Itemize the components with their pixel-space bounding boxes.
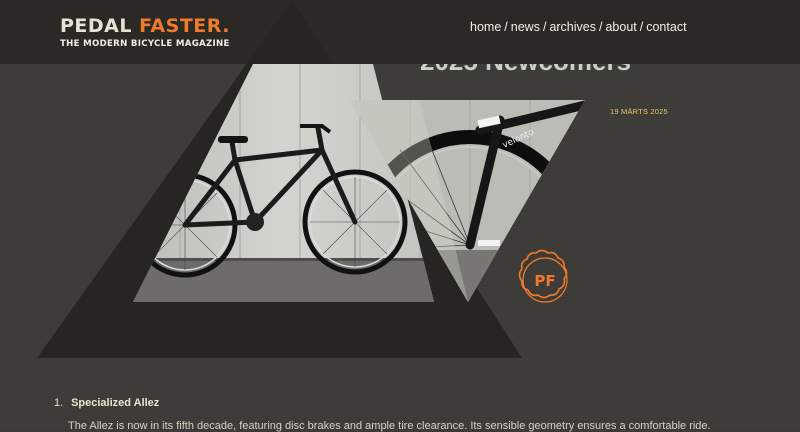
nav-item-contact[interactable]: contact xyxy=(646,20,686,34)
nav-separator: / xyxy=(639,20,644,34)
article-list: 1. Specialized Allez xyxy=(54,397,159,409)
page-background xyxy=(0,0,800,429)
list-item-number: 1. xyxy=(54,397,64,409)
nav-separator: / xyxy=(504,20,508,34)
site-logo[interactable]: PEDAL FASTER. THE MODERN BICYCLE MAGAZIN… xyxy=(60,16,230,49)
site-header: PEDAL FASTER. THE MODERN BICYCLE MAGAZIN… xyxy=(0,0,800,64)
logo-wordmark: PEDAL FASTER. xyxy=(60,16,230,36)
post-date: 19 MÄRTS 2025 xyxy=(610,107,668,116)
list-item-description: The Allez is now in its fifth decade, fe… xyxy=(68,420,711,432)
nav-separator: / xyxy=(542,20,547,34)
site-tagline: THE MODERN BICYCLE MAGAZINE xyxy=(60,39,230,49)
list-item: 1. Specialized Allez xyxy=(54,397,159,409)
main-nav: home / news / archives / about / contact xyxy=(470,20,687,34)
list-item-title: Specialized Allez xyxy=(71,397,160,409)
nav-item-home[interactable]: home xyxy=(470,20,501,34)
nav-item-about[interactable]: about xyxy=(605,20,636,34)
pf-monogram: PF xyxy=(534,272,555,290)
logo-word-pedal: PEDAL xyxy=(60,15,132,37)
nav-item-archives[interactable]: archives xyxy=(549,20,596,34)
nav-item-news[interactable]: news xyxy=(511,20,540,34)
logo-word-faster: FASTER. xyxy=(139,15,230,37)
